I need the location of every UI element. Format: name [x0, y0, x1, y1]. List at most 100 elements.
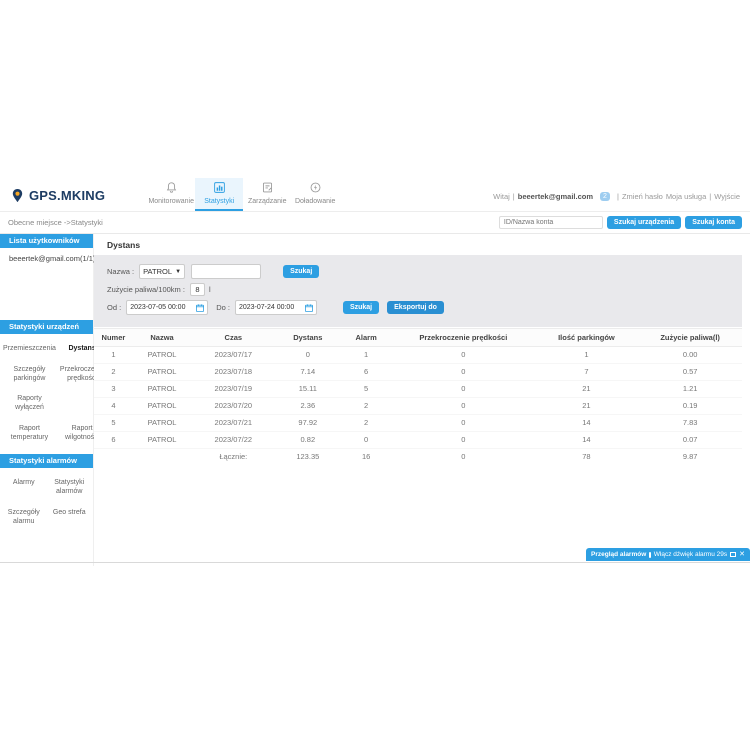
- to-date-value: 2023-07-24 00:00: [239, 304, 294, 311]
- tab-zarządzanie[interactable]: Zarządzanie: [243, 178, 291, 211]
- bell-icon: [165, 181, 178, 196]
- main-content: Dystans Nazwa : PATROL ▼ Szukaj Zużycie …: [94, 234, 750, 566]
- tab-doładowanie[interactable]: Doładowanie: [291, 178, 339, 211]
- separator: |: [709, 192, 711, 201]
- table-cell: 21: [535, 381, 639, 398]
- table-row: 1PATROL2023/07/1701010.00: [94, 347, 742, 364]
- table-cell: PATROL: [133, 364, 191, 381]
- table-cell: 0.07: [638, 432, 742, 449]
- table-cell: 2: [340, 398, 392, 415]
- filter-panel: Nazwa : PATROL ▼ Szukaj Zużycie paliwa/1…: [94, 255, 742, 327]
- table-cell: [133, 449, 191, 466]
- name-search-button[interactable]: Szukaj: [283, 265, 319, 278]
- alarm-sound-checkbox[interactable]: [649, 552, 651, 558]
- table-cell: 7.83: [638, 415, 742, 432]
- name-filter-row: Nazwa : PATROL ▼ Szukaj: [107, 264, 729, 279]
- name-label: Nazwa :: [107, 267, 134, 276]
- table-cell: 0: [340, 432, 392, 449]
- alarm-overview-bar[interactable]: Przegląd alarmów Włącz dźwięk alarmu 29s…: [586, 548, 750, 561]
- page-bottom-divider: [0, 562, 750, 563]
- column-header: Zużycie paliwa(l): [638, 329, 742, 347]
- main-nav: Monitorowanie Statystyki ZarządzanieDołado…: [147, 178, 339, 211]
- table-cell: 2: [340, 415, 392, 432]
- tab-label: Statystyki: [204, 198, 234, 205]
- column-header: Alarm: [340, 329, 392, 347]
- sidebar-link-statystyki-alarmów[interactable]: Statystyki alarmów: [47, 479, 93, 497]
- table-cell: 1.21: [638, 381, 742, 398]
- sidebar-link-geo-strefa[interactable]: Geo strefa: [47, 509, 93, 527]
- date-search-button[interactable]: Szukaj: [343, 301, 379, 314]
- sidebar-link-szczegóły-parkingów[interactable]: Szczegóły parkingów: [1, 366, 58, 384]
- table-cell: 123.35: [275, 449, 340, 466]
- table-row: 4PATROL2023/07/202.3620210.19: [94, 398, 742, 415]
- table-cell: 2023/07/22: [191, 432, 275, 449]
- table-total-row: Łącznie:123.35160789.87: [94, 449, 742, 466]
- distance-table: NumerNazwaCzasDystansAlarmPrzekroczenie …: [94, 328, 742, 465]
- table-cell: 9.87: [638, 449, 742, 466]
- fuel-unit: l: [209, 285, 211, 294]
- account-search-input[interactable]: [499, 216, 603, 229]
- close-icon[interactable]: ✕: [739, 551, 745, 558]
- table-cell: PATROL: [133, 415, 191, 432]
- table-row: 3PATROL2023/07/1915.1150211.21: [94, 381, 742, 398]
- from-date-value: 2023-07-05 00:00: [130, 304, 185, 311]
- table-cell: 21: [535, 398, 639, 415]
- table-cell: 78: [535, 449, 639, 466]
- my-service-link[interactable]: Moja usługa: [666, 192, 706, 201]
- sidebar-spacer: [0, 268, 93, 320]
- table-cell: 0.57: [638, 364, 742, 381]
- table-cell: 0: [392, 415, 535, 432]
- name-filter-input[interactable]: [191, 264, 261, 279]
- sidebar-user-item[interactable]: beeertek@gmail.com(1/1): [0, 248, 93, 268]
- from-label: Od :: [107, 303, 121, 312]
- table-cell: 6: [94, 432, 133, 449]
- logo: GPS.MKING: [10, 188, 105, 211]
- fuel-label: Zużycie paliwa/100km :: [107, 285, 185, 294]
- table-cell: 2023/07/19: [191, 381, 275, 398]
- table-cell: 1: [340, 347, 392, 364]
- table-cell: 6: [340, 364, 392, 381]
- name-select[interactable]: PATROL ▼: [139, 264, 185, 279]
- tab-monitorowanie[interactable]: Monitorowanie: [147, 178, 195, 211]
- separator: |: [513, 192, 515, 201]
- notification-badge[interactable]: 2: [600, 192, 610, 201]
- tab-statystyki[interactable]: Statystyki: [195, 178, 243, 211]
- table-cell: 0.82: [275, 432, 340, 449]
- device-stats-header: Statystyki urządzeń: [0, 320, 93, 334]
- sidebar-link-raport-temperatury[interactable]: Raport temperatury: [1, 425, 58, 443]
- logout-link[interactable]: Wyjście: [714, 192, 740, 201]
- column-header: Numer: [94, 329, 133, 347]
- to-date-input[interactable]: 2023-07-24 00:00: [235, 300, 317, 315]
- sidebar-link-alarmy[interactable]: Alarmy: [1, 479, 47, 497]
- breadcrumb: Obecne miejsce ->Statystyki: [8, 218, 103, 227]
- change-password-link[interactable]: Zmień hasło: [622, 192, 663, 201]
- logo-text: GPS.MKING: [29, 188, 105, 203]
- page: GPS.MKING Monitorowanie Statystyki Zarządz…: [0, 0, 750, 750]
- device-stats-links: PrzemieszczeniaDystansSzczegóły parkingó…: [0, 334, 93, 454]
- chevron-down-icon: ▼: [175, 269, 181, 275]
- table-cell: 1: [535, 347, 639, 364]
- table-cell: PATROL: [133, 381, 191, 398]
- search-account-button[interactable]: Szukaj konta: [685, 216, 742, 229]
- alarm-stats-header: Statystyki alarmów: [0, 454, 93, 468]
- search-device-button[interactable]: Szukaj urządzenia: [607, 216, 681, 229]
- table-cell: PATROL: [133, 432, 191, 449]
- table-cell: 16: [340, 449, 392, 466]
- table-cell: 7.14: [275, 364, 340, 381]
- fuel-input[interactable]: [190, 283, 205, 296]
- user-email: beeertek@gmail.com: [518, 192, 593, 201]
- recharge-icon: [309, 181, 322, 196]
- minimize-icon[interactable]: [730, 552, 736, 557]
- app-body: Lista użytkowników beeertek@gmail.com(1/…: [0, 234, 750, 566]
- table-row: 5PATROL2023/07/2197.9220147.83: [94, 415, 742, 432]
- export-button[interactable]: Eksportuj do: [387, 301, 444, 314]
- sidebar-link-szczegóły-alarmu[interactable]: Szczegóły alarmu: [1, 509, 47, 527]
- from-date-input[interactable]: 2023-07-05 00:00: [126, 300, 208, 315]
- sidebar-link-raporty-wyłączeń[interactable]: Raporty wyłączeń: [1, 395, 58, 413]
- sidebar-link-przemieszczenia[interactable]: Przemieszczenia: [1, 345, 58, 354]
- table-cell: 0: [392, 381, 535, 398]
- table-cell: 2: [94, 364, 133, 381]
- table-cell: 0: [392, 432, 535, 449]
- table-cell: 2023/07/17: [191, 347, 275, 364]
- table-cell: PATROL: [133, 347, 191, 364]
